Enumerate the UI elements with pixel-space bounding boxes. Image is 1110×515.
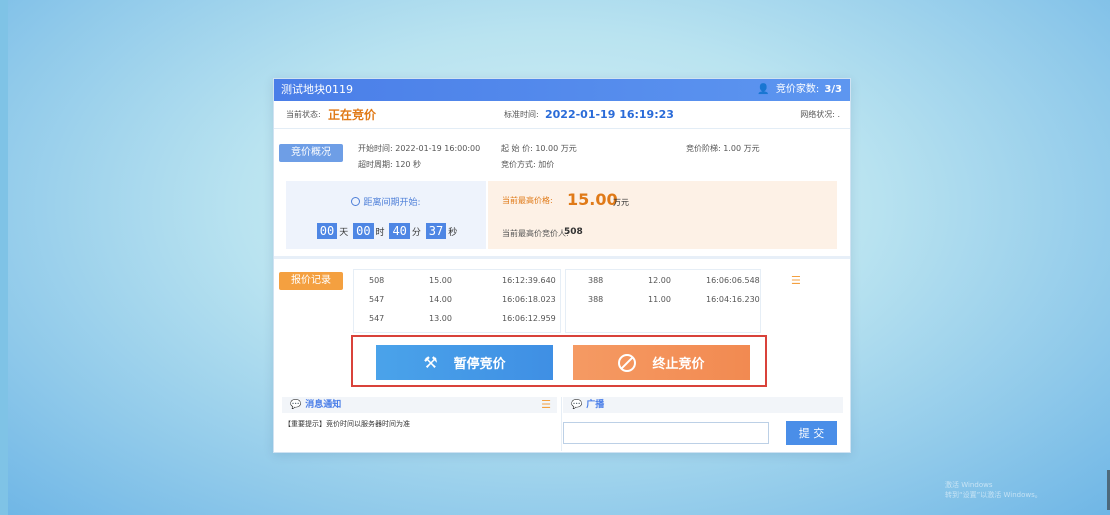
clock-icon [351, 197, 361, 206]
status-row: 当前状态: 正在竞价 标准时间: 2022-01-19 16:19:23 网络状… [274, 105, 850, 125]
start-time: 开始时间: 2022-01-19 16:00:00 [358, 144, 481, 153]
bid-step: 竞价阶梯: 1.00 万元 [686, 144, 760, 153]
highest-price-unit: 万元 [613, 198, 629, 207]
record-time: 16:04:16.230 [706, 295, 760, 304]
timeout-period: 超时周期: 120 秒 [358, 160, 422, 169]
panel-titlebar: 测试地块0119 👤 竞价家数: 3/3 [274, 79, 850, 101]
prohibit-icon [618, 353, 637, 372]
record-bidder: 508 [369, 276, 385, 285]
records-list-icon[interactable]: ☰ [791, 274, 801, 287]
chat-icon: 💬 [290, 400, 302, 410]
highest-bidder-value: 508 [564, 227, 583, 237]
bidder-count-label: 竞价家数: [775, 84, 820, 95]
bidder-count: 👤 竞价家数: 3/3 [757, 79, 842, 101]
record-time: 16:06:06.548 [706, 276, 760, 285]
record-bidder: 388 [588, 295, 604, 304]
bottom-separator [561, 397, 562, 451]
notice-text: 【重要提示】竞价时间以服务器时间为准 [284, 420, 410, 428]
left-edge-strip [0, 0, 8, 515]
stop-bidding-label: 终止竞价 [652, 357, 705, 372]
countdown-label-text: 距离间期开始: [363, 198, 421, 208]
table-row: 388 11.00 16:04:16.230 [566, 291, 760, 309]
desktop-background: 测试地块0119 👤 竞价家数: 3/3 当前状态: 正在竞价 标准时间: 20… [0, 0, 1110, 515]
record-price: 13.00 [429, 314, 452, 323]
notice-header: 💬 消息通知 ☰ [282, 397, 557, 413]
hours-unit: 时 [375, 228, 385, 238]
record-time: 16:06:12.959 [502, 314, 556, 323]
broadcast-input[interactable] [563, 422, 769, 444]
countdown-hours: 00 [353, 223, 374, 239]
panel-title: 测试地块0119 [281, 83, 353, 96]
table-row: 388 12.00 16:06:06.548 [566, 272, 760, 290]
record-time: 16:12:39.640 [502, 276, 556, 285]
network-value: . [837, 110, 840, 119]
notice-list-icon[interactable]: ☰ [541, 397, 551, 413]
days-unit: 天 [339, 228, 349, 238]
watermark-line2: 转到“设置”以激活 Windows。 [945, 491, 1042, 499]
bidder-count-value: 3/3 [824, 84, 842, 95]
broadcast-title: 广播 [586, 400, 605, 410]
minutes-unit: 分 [411, 228, 421, 238]
std-time-value: 2022-01-19 16:19:23 [545, 108, 674, 121]
bid-records-table: 508 15.00 16:12:39.640 547 14.00 16:06:1… [353, 269, 773, 333]
record-bidder: 547 [369, 295, 385, 304]
highest-price-label: 当前最高价格: [502, 196, 553, 205]
notice-title: 消息通知 [305, 400, 342, 410]
action-highlight-box: ⚒ 暂停竞价 终止竞价 [351, 335, 767, 387]
status-label: 当前状态: [286, 110, 321, 119]
countdown-digits: 00 天 00 时 40 分 37 秒 [286, 223, 486, 239]
table-row: 508 15.00 16:12:39.640 [354, 272, 560, 290]
pause-bidding-label: 暂停竞价 [453, 357, 506, 372]
bid-method: 竞价方式: 加价 [501, 160, 555, 169]
network-status: 网络状况: . [800, 105, 840, 125]
record-price: 11.00 [648, 295, 671, 304]
section-divider [274, 256, 850, 259]
records-column-right: 388 12.00 16:06:06.548 388 11.00 16:04:1… [565, 269, 761, 333]
seconds-unit: 秒 [448, 228, 458, 238]
record-price: 12.00 [648, 276, 671, 285]
chat-icon: 💬 [571, 400, 583, 410]
countdown-label: 距离间期开始: [286, 195, 486, 208]
std-time-label: 标准时间: [504, 110, 539, 119]
users-icon: 👤 [757, 84, 770, 95]
pause-bidding-button[interactable]: ⚒ 暂停竞价 [376, 345, 553, 380]
auction-panel: 测试地块0119 👤 竞价家数: 3/3 当前状态: 正在竞价 标准时间: 20… [273, 78, 851, 453]
activation-watermark: 激活 Windows 转到“设置”以激活 Windows。 [945, 480, 1042, 500]
records-column-left: 508 15.00 16:12:39.640 547 14.00 16:06:1… [353, 269, 561, 333]
gavel-icon: ⚒ [423, 353, 438, 372]
table-row: 547 14.00 16:06:18.023 [354, 291, 560, 309]
countdown-seconds: 37 [425, 223, 447, 239]
record-bidder: 388 [588, 276, 604, 285]
watermark-line1: 激活 Windows [945, 481, 993, 489]
divider [274, 128, 850, 129]
records-tag: 报价记录 [279, 272, 343, 290]
broadcast-header: 💬 广播 [563, 397, 843, 413]
stop-bidding-button[interactable]: 终止竞价 [573, 345, 750, 380]
table-row: 547 13.00 16:06:12.959 [354, 310, 560, 328]
countdown-box: 距离间期开始: 00 天 00 时 40 分 37 秒 [286, 181, 486, 249]
start-price: 起 始 价: 10.00 万元 [501, 144, 577, 153]
network-label: 网络状况: [800, 110, 835, 119]
submit-button[interactable]: 提 交 [786, 421, 837, 445]
highest-price-box: 当前最高价格: 15.00 万元 当前最高价竞价人: 508 [488, 181, 837, 249]
overview-tag: 竞价概况 [279, 144, 343, 162]
notice-section: 💬 消息通知 ☰ 【重要提示】竞价时间以服务器时间为准 [282, 397, 557, 451]
record-time: 16:06:18.023 [502, 295, 556, 304]
record-price: 14.00 [429, 295, 452, 304]
highest-bidder-label: 当前最高价竞价人: [502, 229, 569, 238]
highest-price-value: 15.00 [567, 190, 618, 209]
countdown-days: 00 [316, 223, 338, 239]
record-bidder: 547 [369, 314, 385, 323]
status-value: 正在竞价 [328, 108, 377, 122]
broadcast-section: 💬 广播 提 交 [563, 397, 843, 451]
record-price: 15.00 [429, 276, 452, 285]
countdown-minutes: 40 [389, 223, 410, 239]
